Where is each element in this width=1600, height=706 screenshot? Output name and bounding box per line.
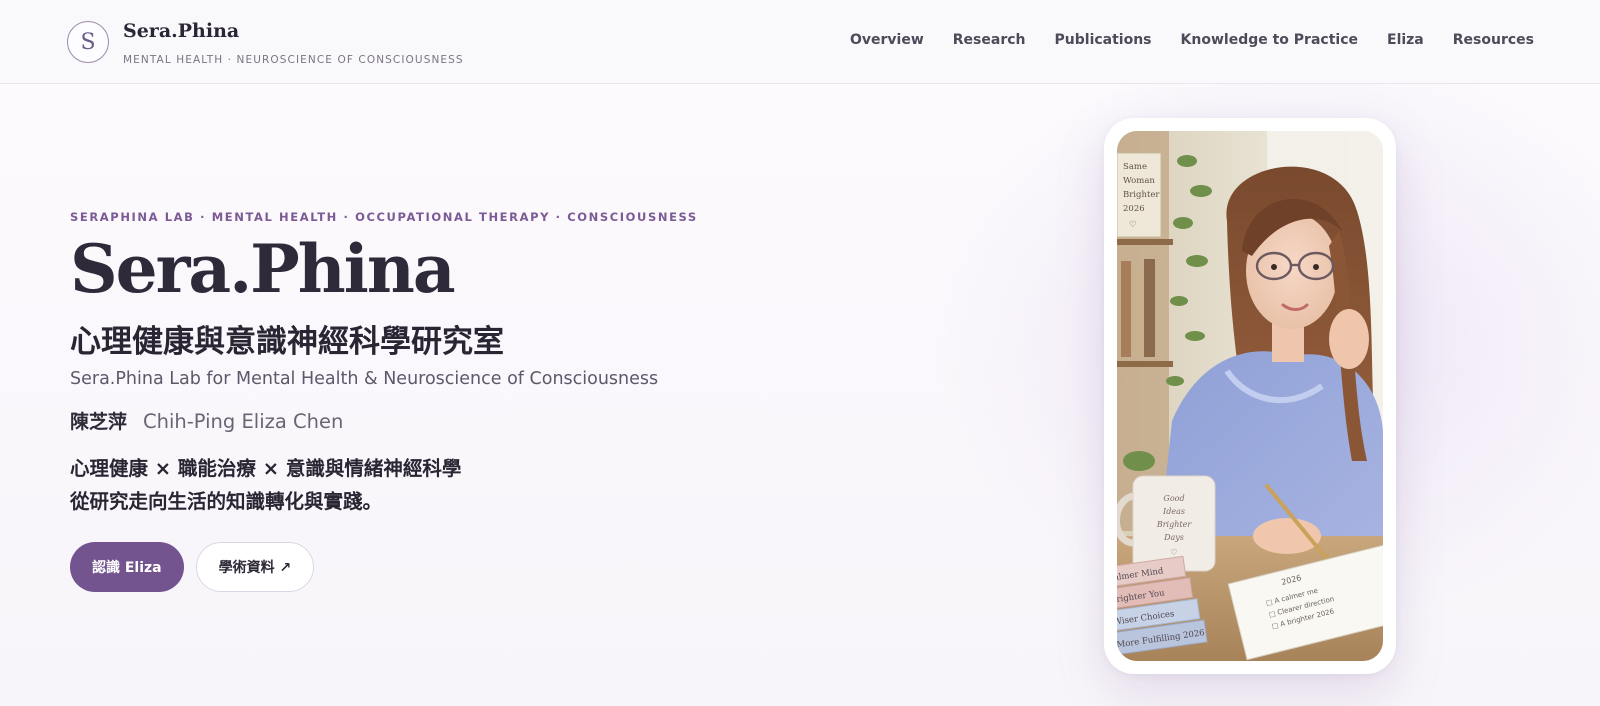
- portrait-photo: Same Woman Brighter 2026 ♡ Good Ideas Br…: [1117, 131, 1383, 661]
- main-nav: Overview Research Publications Knowledge…: [850, 32, 1534, 48]
- brand-subtitle: MENTAL HEALTH · NEUROSCIENCE OF CONSCIOU…: [123, 54, 464, 66]
- mug-text-line: Ideas: [1162, 507, 1185, 516]
- brand-name[interactable]: Sera.Phina: [123, 20, 239, 42]
- cta-row: 認識 Eliza 學術資料 ↗: [70, 542, 698, 592]
- shelf-note-line: Brighter: [1123, 190, 1160, 200]
- meet-eliza-button[interactable]: 認識 Eliza: [70, 542, 184, 592]
- portrait-illustration: Same Woman Brighter 2026 ♡ Good Ideas Br…: [1117, 131, 1383, 661]
- shelf-note-line: Woman: [1123, 176, 1155, 186]
- shelf-note-line: ♡: [1129, 220, 1137, 230]
- tagline-line-1: 心理健康 × 職能治療 × 意識與情緒神經科學: [70, 457, 462, 480]
- logo-mark[interactable]: S: [67, 21, 109, 63]
- hero-chinese-title: 心理健康與意識神經科學研究室: [70, 324, 504, 360]
- nav-research[interactable]: Research: [953, 32, 1026, 48]
- mug-text-line: Brighter: [1156, 520, 1192, 529]
- hero-tagline: 心理健康 × 職能治療 × 意識與情緒神經科學 從研究走向生活的知識轉化與實踐。: [70, 452, 698, 518]
- mug-text-line: ♡: [1170, 548, 1177, 557]
- portrait-card: Same Woman Brighter 2026 ♡ Good Ideas Br…: [1104, 118, 1396, 674]
- nav-resources[interactable]: Resources: [1453, 32, 1534, 48]
- nav-overview[interactable]: Overview: [850, 32, 924, 48]
- nav-knowledge-to-practice[interactable]: Knowledge to Practice: [1181, 32, 1358, 48]
- hero-eyebrow: SERAPHINA LAB · MENTAL HEALTH · OCCUPATI…: [70, 210, 698, 224]
- author-row: 陳芝萍 Chih-Ping Eliza Chen: [70, 407, 698, 434]
- hero-title: Sera.Phina: [70, 230, 456, 308]
- mug-text-line: Days: [1163, 533, 1184, 542]
- shelf-note-line: Same: [1123, 162, 1147, 172]
- author-name-english: Chih-Ping Eliza Chen: [143, 410, 344, 433]
- tagline-line-2: 從研究走向生活的知識轉化與實踐。: [70, 490, 383, 513]
- mug-text-line: Good: [1163, 494, 1184, 503]
- hero-english-subtitle: Sera.Phina Lab for Mental Health & Neuro…: [70, 369, 659, 389]
- site-header: S Sera.Phina MENTAL HEALTH · NEUROSCIENC…: [0, 0, 1600, 84]
- academic-materials-button[interactable]: 學術資料 ↗: [195, 542, 315, 592]
- nav-eliza[interactable]: Eliza: [1387, 32, 1424, 48]
- nav-publications[interactable]: Publications: [1055, 32, 1152, 48]
- hero-section: SERAPHINA LAB · MENTAL HEALTH · OCCUPATI…: [70, 210, 698, 592]
- shelf-note-line: 2026: [1123, 204, 1145, 214]
- author-name-chinese: 陳芝萍: [70, 411, 128, 433]
